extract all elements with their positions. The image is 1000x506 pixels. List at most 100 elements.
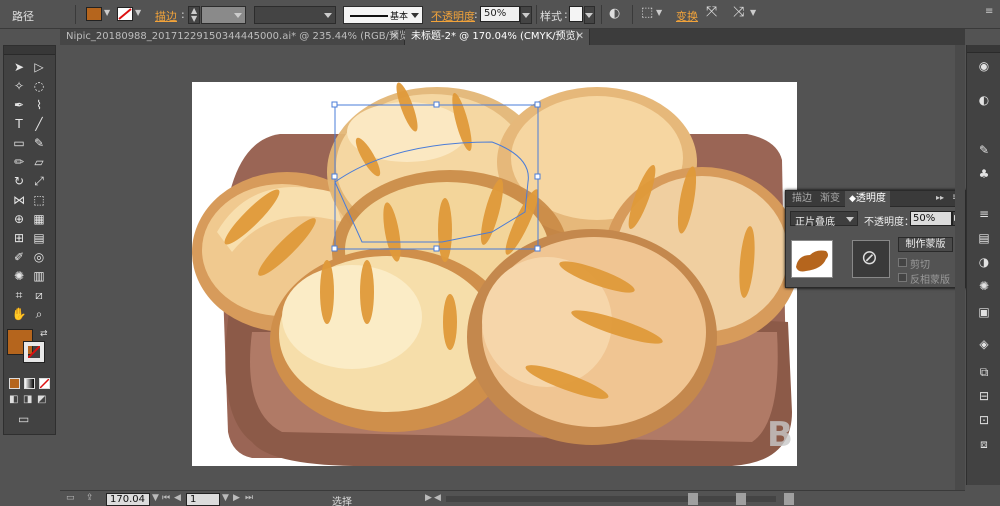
- close-icon[interactable]: ✕: [391, 29, 399, 44]
- paintbrush-icon[interactable]: ✎: [30, 134, 48, 152]
- next-artboard-icon[interactable]: ▶: [233, 493, 240, 503]
- selection-icon[interactable]: ➤: [10, 58, 28, 76]
- draw-normal-icon[interactable]: ◧: [9, 394, 18, 405]
- fill-swatch-icon[interactable]: [86, 7, 102, 21]
- opacity-label[interactable]: 不透明度: [431, 8, 475, 24]
- pencil-icon[interactable]: ✏: [10, 153, 28, 171]
- align-icon[interactable]: ⊟: [975, 387, 993, 405]
- draw-inside-icon[interactable]: ◩: [37, 394, 46, 405]
- recolor-icon[interactable]: ◐: [609, 6, 620, 21]
- free-transform-icon[interactable]: ⬚: [30, 191, 48, 209]
- panel-menu-icon[interactable]: ≡: [985, 6, 993, 17]
- hand-icon[interactable]: ✋: [10, 305, 28, 323]
- opacity-input[interactable]: 50%: [480, 6, 520, 22]
- reflect-dropdown-icon[interactable]: ▼: [750, 8, 756, 17]
- curvature-icon[interactable]: ⌇: [30, 96, 48, 114]
- artboard-dropdown-icon[interactable]: ▼: [222, 493, 229, 503]
- zoom-icon[interactable]: ⌕: [30, 305, 48, 323]
- isolate-icon[interactable]: ⤧: [706, 4, 717, 20]
- tab-transparency[interactable]: ◆透明度: [845, 191, 890, 207]
- symbols-icon[interactable]: ♣: [975, 165, 993, 183]
- graphic-styles-icon[interactable]: ▣: [975, 303, 993, 321]
- gradient-mode-icon[interactable]: [24, 378, 35, 389]
- clip-checkbox[interactable]: [898, 258, 907, 267]
- shape-builder-icon[interactable]: ⊕: [10, 210, 28, 228]
- magic-wand-icon[interactable]: ✧: [10, 77, 28, 95]
- vertical-scrollbar[interactable]: [955, 45, 965, 490]
- mask-thumbnail[interactable]: ⊘: [852, 240, 890, 278]
- stroke-width-stepper[interactable]: ▲ ▼: [188, 6, 200, 24]
- transform-link[interactable]: 变换: [676, 8, 698, 24]
- blend-mode-dropdown[interactable]: 正片叠底: [790, 211, 858, 228]
- first-artboard-icon[interactable]: ⏮: [162, 493, 170, 503]
- artboard-input[interactable]: 1: [186, 493, 220, 506]
- align-icon[interactable]: ⬚: [641, 5, 653, 20]
- stroke-none-icon[interactable]: [117, 7, 133, 21]
- symbol-sprayer-icon[interactable]: ✺: [10, 267, 28, 285]
- lasso-icon[interactable]: ◌: [30, 77, 48, 95]
- stroke-dropdown-icon[interactable]: ▼: [135, 8, 141, 17]
- scrollbar-thumb-2[interactable]: [736, 493, 746, 505]
- direct-selection-icon[interactable]: ▷: [30, 58, 48, 76]
- variable-width-profile[interactable]: [254, 6, 336, 24]
- stroke-style-dropdown[interactable]: 基本: [343, 6, 423, 24]
- rotate-icon[interactable]: ↻: [10, 172, 28, 190]
- appearance-icon[interactable]: ✺: [975, 277, 993, 295]
- stroke-color-swatch[interactable]: [23, 341, 45, 363]
- stroke-width-input[interactable]: [201, 6, 246, 24]
- stroke-icon[interactable]: ≡: [975, 205, 993, 223]
- opacity-dropdown-icon[interactable]: [520, 6, 532, 24]
- pen-icon[interactable]: ✒: [10, 96, 28, 114]
- opacity-input[interactable]: 50%: [910, 211, 952, 226]
- none-mode-icon[interactable]: [39, 378, 50, 389]
- fill-dropdown-icon[interactable]: ▼: [104, 8, 110, 17]
- scrollbar-thumb-3[interactable]: [784, 493, 794, 505]
- dock-header[interactable]: [967, 45, 1000, 53]
- draw-behind-icon[interactable]: ◨: [23, 394, 32, 405]
- color-mode-icon[interactable]: [9, 378, 20, 389]
- eyedropper-icon[interactable]: ✐: [10, 248, 28, 266]
- reflect-icon[interactable]: ⤨: [733, 4, 744, 20]
- horizontal-scrollbar[interactable]: [446, 496, 776, 502]
- status-menu-icon[interactable]: ▶: [425, 493, 432, 503]
- tab-nipic[interactable]: Nipic_20180988_20171229150344445000.ai* …: [60, 29, 413, 45]
- make-mask-button[interactable]: 制作蒙版: [898, 237, 953, 252]
- swap-colors-icon[interactable]: ⇄: [40, 329, 48, 339]
- tools-panel-header[interactable]: [4, 46, 55, 55]
- scrollbar-thumb[interactable]: [688, 493, 698, 505]
- layers-icon[interactable]: ◈: [975, 335, 993, 353]
- tab-gradient[interactable]: 渐变: [816, 191, 844, 207]
- last-artboard-icon[interactable]: ⏭: [245, 493, 253, 503]
- tab-stroke[interactable]: 描边: [788, 191, 816, 207]
- eraser-icon[interactable]: ▱: [30, 153, 48, 171]
- stroke-label[interactable]: 描边: [155, 8, 177, 24]
- object-thumbnail[interactable]: [791, 240, 833, 278]
- artboard-nav-icon[interactable]: ▭: [66, 493, 75, 503]
- transform-icon[interactable]: ⊡: [975, 411, 993, 429]
- graphic-style-swatch[interactable]: [569, 6, 583, 22]
- previous-artboard-icon[interactable]: ◀: [174, 493, 181, 503]
- close-icon[interactable]: ✕: [576, 29, 584, 44]
- collapse-icon[interactable]: ▸▸: [936, 193, 944, 202]
- column-graph-icon[interactable]: ▥: [30, 267, 48, 285]
- invert-mask-checkbox[interactable]: [898, 273, 907, 282]
- blend-icon[interactable]: ◎: [30, 248, 48, 266]
- brushes-icon[interactable]: ✎: [975, 141, 993, 159]
- type-icon[interactable]: T: [10, 115, 28, 133]
- scroll-left-icon[interactable]: ◀: [434, 493, 441, 503]
- slice-icon[interactable]: ⧄: [30, 286, 48, 304]
- zoom-input[interactable]: 170.04: [106, 493, 150, 506]
- mesh-icon[interactable]: ⊞: [10, 229, 28, 247]
- pathfinder-icon[interactable]: ⧈: [975, 435, 993, 453]
- screen-mode-icon[interactable]: ▭: [18, 412, 29, 426]
- color-guide-icon[interactable]: ◉: [975, 57, 993, 75]
- artboards-icon[interactable]: ⧉: [975, 363, 993, 381]
- line-icon[interactable]: ╱: [30, 115, 48, 133]
- share-icon[interactable]: ⇪: [86, 493, 94, 503]
- scale-icon[interactable]: ⤢: [30, 172, 48, 190]
- chart-icon[interactable]: ▦: [30, 210, 48, 228]
- style-dropdown-icon[interactable]: [584, 6, 595, 24]
- swatches-icon[interactable]: ◐: [975, 91, 993, 109]
- gradient-icon[interactable]: ▤: [975, 229, 993, 247]
- artboard-icon[interactable]: ⌗: [10, 286, 28, 304]
